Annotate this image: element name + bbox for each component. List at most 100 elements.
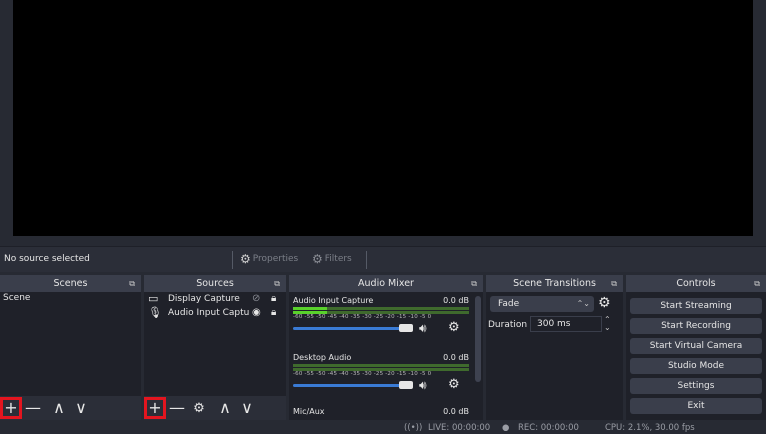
spinner-arrows-icon: ⌃⌄ (576, 299, 590, 308)
scenes-title-label: Scenes (53, 278, 88, 289)
channel-level: 0.0 dB (443, 407, 469, 416)
mixer-channel: Audio Input Capture 0.0 dB -60 -55 -50 -… (293, 296, 469, 337)
volume-slider-handle[interactable] (399, 324, 413, 332)
undock-icon[interactable]: ⧉ (611, 275, 617, 292)
eye-icon[interactable]: ◉ (252, 306, 261, 320)
gear-icon[interactable]: ⚙ (448, 377, 460, 392)
audio-mixer-dock: Audio Mixer ⧉ Audio Input Capture 0.0 dB… (289, 275, 483, 420)
chevron-down-icon: ∨ (75, 398, 87, 417)
divider (366, 251, 367, 269)
duration-spinner-icon[interactable]: ⌃ ⌄ (604, 316, 611, 332)
selection-label: No source selected (4, 254, 90, 264)
channel-level: 0.0 dB (443, 353, 469, 362)
scene-item[interactable]: Scene (0, 292, 141, 305)
volume-slider[interactable] (293, 384, 409, 387)
start-virtual-camera-button[interactable]: Start Virtual Camera (630, 338, 762, 354)
sources-title: Sources ⧉ (144, 275, 286, 292)
transition-select[interactable]: Fade ⌃⌄ (490, 296, 594, 312)
undock-icon[interactable]: ⧉ (471, 275, 477, 292)
studio-mode-button[interactable]: Studio Mode (630, 358, 762, 374)
live-status: LIVE: 00:00:00 (428, 423, 491, 433)
scene-transitions-title-label: Scene Transitions (513, 278, 596, 289)
undock-icon[interactable]: ⧉ (754, 275, 760, 292)
scene-transitions-title: Scene Transitions ⧉ (486, 275, 623, 292)
chevron-up-icon: ∧ (53, 398, 65, 417)
undock-icon[interactable]: ⧉ (129, 275, 135, 292)
volume-meter (293, 307, 469, 310)
mixer-channel: Mic/Aux 0.0 dB (293, 407, 469, 417)
move-scene-down-button[interactable]: ∨ (70, 397, 92, 419)
mixer-scrollbar[interactable] (475, 296, 481, 382)
scenes-list: Scene + — ∧ ∨ (0, 292, 141, 420)
source-item[interactable]: 🎙︎ Audio Input Captu ◉ 🔒︎ (144, 306, 286, 320)
channel-name: Desktop Audio (293, 353, 352, 362)
transitions-body: Fade ⌃⌄ ⚙ Duration 300 ms ⌃ ⌄ (486, 292, 623, 420)
add-scene-button[interactable]: + (0, 397, 22, 419)
undock-icon[interactable]: ⧉ (274, 275, 280, 292)
controls-title-label: Controls (676, 278, 716, 289)
eye-hidden-icon[interactable]: ⊘ (252, 292, 260, 306)
move-source-up-button[interactable]: ∧ (214, 397, 236, 419)
volume-meter (293, 311, 469, 314)
move-scene-up-button[interactable]: ∧ (48, 397, 70, 419)
filters-label: Filters (324, 254, 352, 264)
controls-body: Start Streaming Start Recording Start Vi… (626, 292, 766, 420)
volume-slider-handle[interactable] (399, 381, 413, 389)
speaker-icon[interactable]: 🔊︎ (419, 321, 427, 336)
transition-selected: Fade (498, 299, 520, 309)
settings-button[interactable]: Settings (630, 378, 762, 394)
meter-ticks: -60 -55 -50 -45 -40 -35 -30 -25 -20 -15 … (293, 314, 432, 320)
source-name: Display Capture (168, 294, 240, 304)
sources-dock: Sources ⧉ ▭ Display Capture ⊘ 🔒︎ 🎙︎ Audi… (144, 275, 286, 420)
filters-icon: ⚙ (312, 252, 323, 266)
source-context-bar: No source selected ⚙ Properties ⚙ Filter… (0, 246, 766, 272)
volume-slider[interactable] (293, 327, 409, 330)
scene-transitions-dock: Scene Transitions ⧉ Fade ⌃⌄ ⚙ Duration 3… (486, 275, 623, 420)
audio-mixer-title: Audio Mixer ⧉ (289, 275, 483, 292)
microphone-icon: 🎙︎ (148, 306, 162, 319)
scenes-toolbar: + — ∧ ∨ (0, 396, 141, 420)
source-item[interactable]: ▭ Display Capture ⊘ 🔒︎ (144, 292, 286, 306)
preview-area (0, 0, 766, 246)
preview-canvas[interactable] (13, 0, 753, 236)
rec-icon: ● (502, 423, 510, 433)
chevron-down-icon: ∨ (241, 398, 253, 417)
sources-title-label: Sources (196, 278, 234, 289)
monitor-icon: ▭ (148, 292, 159, 305)
filters-button[interactable]: ⚙ Filters (312, 252, 352, 266)
meter-ticks: -60 -55 -50 -45 -40 -35 -30 -25 -20 -15 … (293, 371, 432, 377)
cpu-status: CPU: 2.1%, 30.00 fps (605, 423, 695, 433)
duration-label: Duration (488, 320, 528, 330)
volume-meter (293, 364, 469, 367)
controls-title: Controls ⧉ (626, 275, 766, 292)
sources-toolbar: + — ⚙ ∧ ∨ (144, 396, 286, 420)
gear-icon[interactable]: ⚙ (448, 320, 460, 335)
speaker-icon[interactable]: 🔊︎ (419, 378, 427, 393)
start-streaming-button[interactable]: Start Streaming (630, 298, 762, 314)
plus-icon: + (4, 398, 18, 417)
start-recording-button[interactable]: Start Recording (630, 318, 762, 334)
gear-icon: ⚙ (193, 400, 205, 416)
lock-icon[interactable]: 🔒︎ (271, 292, 276, 306)
gear-icon: ⚙ (240, 252, 251, 266)
move-source-down-button[interactable]: ∨ (236, 397, 258, 419)
remove-scene-button[interactable]: — (22, 397, 44, 419)
chevron-up-icon: ∧ (219, 398, 231, 417)
source-properties-button[interactable]: ⚙ (188, 397, 210, 419)
duration-field[interactable]: 300 ms (530, 316, 602, 332)
controls-dock: Controls ⧉ Start Streaming Start Recordi… (626, 275, 766, 420)
properties-label: Properties (252, 254, 299, 264)
lock-icon[interactable]: 🔒︎ (271, 306, 276, 320)
sources-list: ▭ Display Capture ⊘ 🔒︎ 🎙︎ Audio Input Ca… (144, 292, 286, 420)
properties-button[interactable]: ⚙ Properties (240, 252, 298, 266)
remove-source-button[interactable]: — (166, 397, 188, 419)
live-icon: ((•)) (404, 423, 423, 433)
status-bar: ((•)) LIVE: 00:00:00 ● REC: 00:00:00 CPU… (0, 421, 766, 434)
gear-icon[interactable]: ⚙ (598, 295, 611, 311)
channel-level: 0.0 dB (443, 296, 469, 305)
plus-icon: + (148, 398, 162, 417)
mixer-channels: Audio Input Capture 0.0 dB -60 -55 -50 -… (289, 292, 483, 420)
exit-button[interactable]: Exit (630, 398, 762, 414)
channel-name: Mic/Aux (293, 407, 325, 416)
add-source-button[interactable]: + (144, 397, 166, 419)
